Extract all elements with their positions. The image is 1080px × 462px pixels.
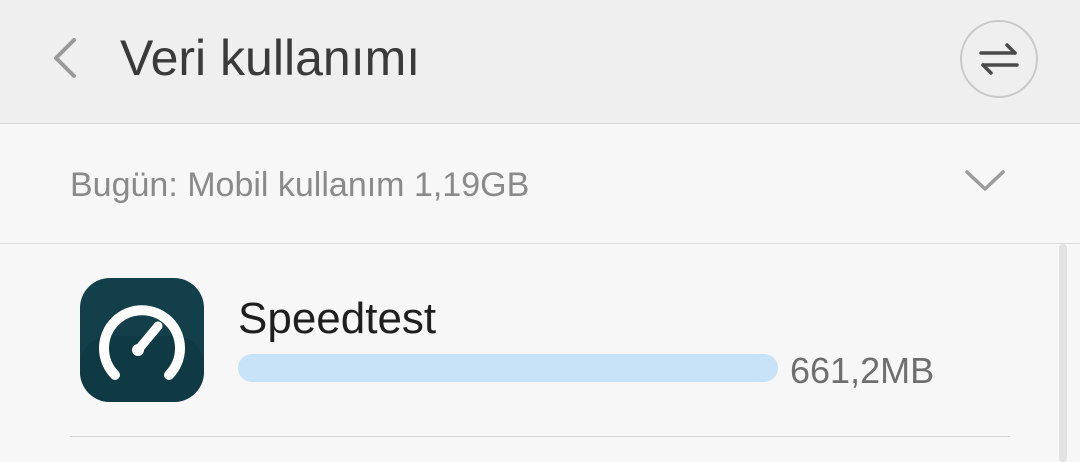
chevron-down-icon[interactable]: [962, 164, 1008, 194]
page-title: Veri kullanımı: [120, 30, 421, 86]
back-button[interactable]: [40, 28, 92, 88]
app-name: Speedtest: [238, 294, 437, 343]
usage-summary-text: Bugün: Mobil kullanım 1,19GB: [70, 166, 530, 204]
list-item[interactable]: Speedtest 661,2MB: [0, 244, 1060, 436]
app-usage-amount: 661,2MB: [790, 350, 935, 391]
usage-bar-fill: [238, 354, 778, 382]
top-bar: Veri kullanımı: [0, 0, 1080, 124]
app-usage-list[interactable]: Speedtest 661,2MB: [0, 244, 1080, 462]
scrollbar[interactable]: [1059, 244, 1067, 462]
divider: [70, 436, 1010, 437]
usage-summary-dropdown[interactable]: Bugün: Mobil kullanım 1,19GB: [0, 124, 1080, 244]
speedtest-gauge-icon: [80, 278, 204, 402]
chevron-left-icon: [54, 38, 76, 78]
swap-arrows-icon: [979, 43, 1019, 75]
usage-bar: [238, 354, 778, 382]
swap-button[interactable]: [960, 20, 1038, 98]
